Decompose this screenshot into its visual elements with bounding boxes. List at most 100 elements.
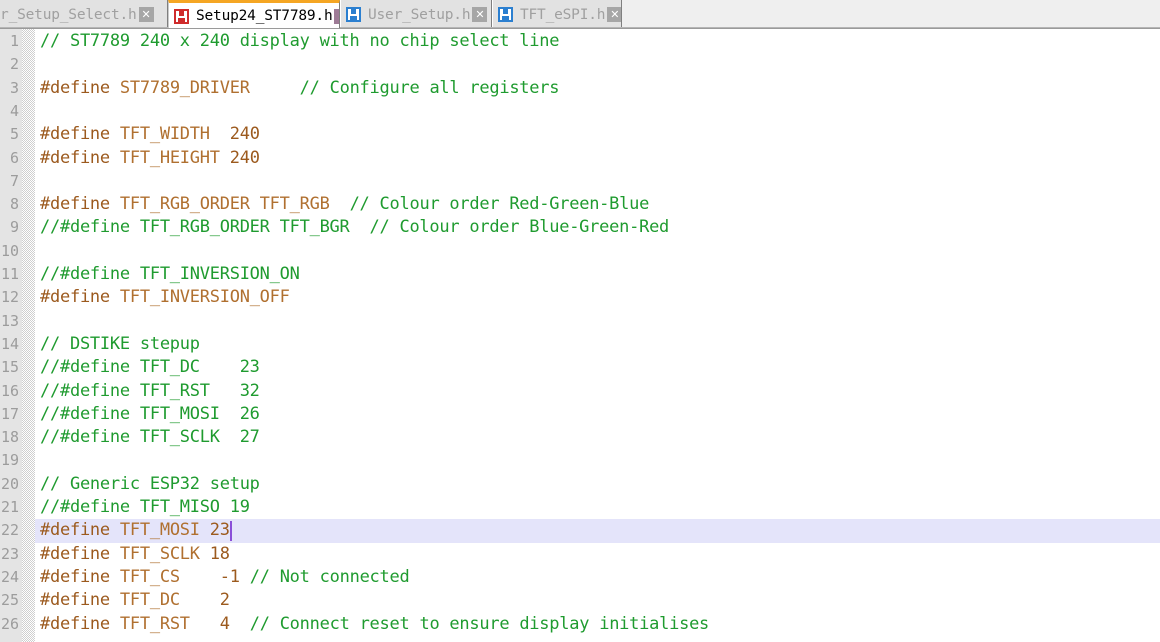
editor-tab-3[interactable]: User_Setup.h ✕ (340, 0, 492, 28)
line-number: 21 (0, 498, 19, 516)
code-line[interactable]: //#define TFT_INVERSION_ON (40, 263, 300, 286)
code-token-com: // Configure all registers (299, 77, 560, 98)
code-line[interactable]: #define TFT_RGB_ORDER TFT_RGB // Colour … (40, 193, 649, 216)
code-token-pre: #define (40, 147, 120, 168)
code-line[interactable]: //#define TFT_MOSI 26 (40, 403, 260, 426)
line-number: 2 (9, 55, 19, 74)
code-token-pln (200, 544, 210, 564)
line-number: 5 (9, 125, 19, 144)
floppy-disk-icon (346, 7, 361, 22)
editor-tab-label: Setup24_ST7789.h (196, 8, 333, 24)
text-caret (229, 521, 232, 542)
code-token-pre: #define (40, 194, 120, 215)
code-token-id: TFT_CS (119, 566, 180, 587)
code-line[interactable]: #define ST7789_DRIVER // Configure all r… (40, 77, 559, 100)
code-token-id: TFT_DC (119, 590, 180, 611)
code-line[interactable]: #define TFT_INVERSION_OFF (40, 286, 290, 309)
line-number: 24 (0, 567, 19, 586)
code-token-id: TFT_HEIGHT (119, 147, 220, 168)
line-number: 22 (0, 521, 19, 540)
code-token-com: // Generic ESP32 setup (40, 473, 260, 494)
editor-tab-label: User_Setup.h (368, 6, 471, 23)
code-token-com: //#define TFT_SCLK 27 (40, 427, 260, 448)
editor-tab-label: ser_Setup_Select.h (0, 6, 137, 23)
line-number: 20 (0, 474, 19, 493)
code-token-id: TFT_WIDTH (119, 124, 210, 145)
close-icon[interactable]: ✕ (138, 7, 154, 22)
code-token-pln (190, 614, 220, 634)
editor-tab-label: TFT_eSPI.h (520, 6, 606, 23)
code-line[interactable]: //#define TFT_DC 23 (40, 356, 260, 379)
code-token-pre: #define (40, 124, 120, 145)
line-number-gutter: 1 2 3 4 5 6 7 8 9 10 11 12 13 14 15 16 17 18 19 20 21 22 23 24 2… (0, 29, 22, 642)
code-token-com: // ST7789 240 x 240 display with no chip… (40, 31, 560, 51)
line-number: 13 (0, 311, 19, 330)
editor-tab-1[interactable]: ser_Setup_Select.h✕ (0, 0, 168, 28)
code-token-pln (180, 590, 220, 610)
code-token-pln (220, 148, 230, 168)
code-token-com: //#define TFT_RGB_ORDER TFT_BGR // Colou… (40, 217, 670, 238)
code-token-pre: #define (40, 287, 120, 308)
code-token-id: TFT_INVERSION_OFF (119, 287, 290, 308)
code-token-num: 2 (219, 590, 230, 611)
code-line[interactable]: #define TFT_WIDTH 240 (40, 123, 260, 146)
line-number: 1 (9, 32, 19, 50)
code-token-pln (210, 124, 230, 144)
code-token-id: TFT_SCLK (119, 543, 200, 564)
code-line[interactable]: #define TFT_HEIGHT 240 (40, 147, 260, 170)
line-number: 10 (0, 241, 19, 260)
code-text-area[interactable]: // ST7789 240 x 240 display with no chip… (40, 29, 1160, 642)
close-icon[interactable]: ✕ (607, 7, 621, 22)
code-token-pln (250, 78, 300, 98)
code-token-com: // Connect reset to ensure display initi… (249, 613, 710, 634)
code-line[interactable]: // ST7789 240 x 240 display with no chip… (40, 30, 559, 53)
code-line[interactable]: #define TFT_MOSI 23 (40, 519, 230, 542)
code-token-pre: #define (40, 590, 120, 611)
line-number: 18 (0, 428, 19, 447)
code-editor[interactable]: 1 2 3 4 5 6 7 8 9 10 11 12 13 14 15 16 17 18 19 20 21 22 23 24 2… (0, 29, 1160, 642)
code-token-com: // DSTIKE stepup (40, 333, 200, 354)
code-token-id: ST7789_DRIVER (119, 77, 250, 98)
code-line[interactable]: //#define TFT_RST 32 (40, 380, 260, 403)
code-line[interactable]: //#define TFT_RGB_ORDER TFT_BGR // Colou… (40, 216, 669, 239)
close-icon[interactable]: ✕ (334, 8, 339, 24)
code-line[interactable]: // DSTIKE stepup (40, 333, 200, 356)
code-token-pre: #define (40, 520, 120, 541)
code-line[interactable]: #define TFT_RST 4 // Connect reset to en… (40, 613, 709, 636)
code-line[interactable]: // Generic ESP32 setup (40, 473, 260, 496)
code-token-com: //#define TFT_RST 32 (40, 380, 260, 401)
code-line[interactable]: //#define TFT_SCLK 27 (40, 426, 260, 449)
code-token-num: 23 (209, 520, 230, 541)
line-number: 11 (0, 265, 19, 283)
line-number: 14 (0, 334, 19, 353)
line-number: 9 (9, 218, 19, 237)
editor-tab-bar[interactable]: ser_Setup_Select.h✕Setup24_ST7789.h✕User… (0, 0, 1160, 29)
line-number: 3 (9, 78, 19, 97)
code-line[interactable]: //#define TFT_MISO 19 (40, 496, 250, 519)
code-token-id: TFT_RGB_ORDER TFT_RGB (119, 194, 330, 215)
line-number: 26 (0, 614, 19, 633)
code-line[interactable]: #define TFT_CS -1 // Not connected (40, 566, 410, 589)
line-number: 17 (0, 404, 19, 423)
code-token-pre: #define (40, 613, 120, 634)
code-line[interactable]: #define TFT_SCLK 18 (40, 543, 230, 566)
code-token-pln (330, 194, 350, 214)
code-token-num: 240 (229, 124, 260, 145)
line-number: 25 (0, 591, 19, 610)
editor-tab-2[interactable]: Setup24_ST7789.h✕ (168, 0, 340, 28)
editor-tab-4[interactable]: TFT_eSPI.h ✕ (492, 0, 622, 28)
line-number: 15 (0, 358, 19, 377)
code-folding-margin[interactable] (22, 29, 35, 642)
code-token-com: // Not connected (249, 566, 410, 587)
code-token-pln (180, 567, 220, 587)
code-token-pre: #define (40, 77, 120, 98)
code-token-com: //#define TFT_MISO 19 (40, 497, 250, 517)
close-icon[interactable]: ✕ (472, 7, 488, 22)
line-number: 12 (0, 288, 19, 307)
line-number: 6 (9, 148, 19, 167)
code-token-num: 18 (209, 543, 230, 564)
code-token-com: //#define TFT_INVERSION_ON (40, 264, 300, 284)
code-line[interactable]: #define TFT_DC 2 (40, 589, 230, 612)
code-token-pre: #define (40, 543, 120, 564)
line-number: 8 (9, 195, 19, 214)
